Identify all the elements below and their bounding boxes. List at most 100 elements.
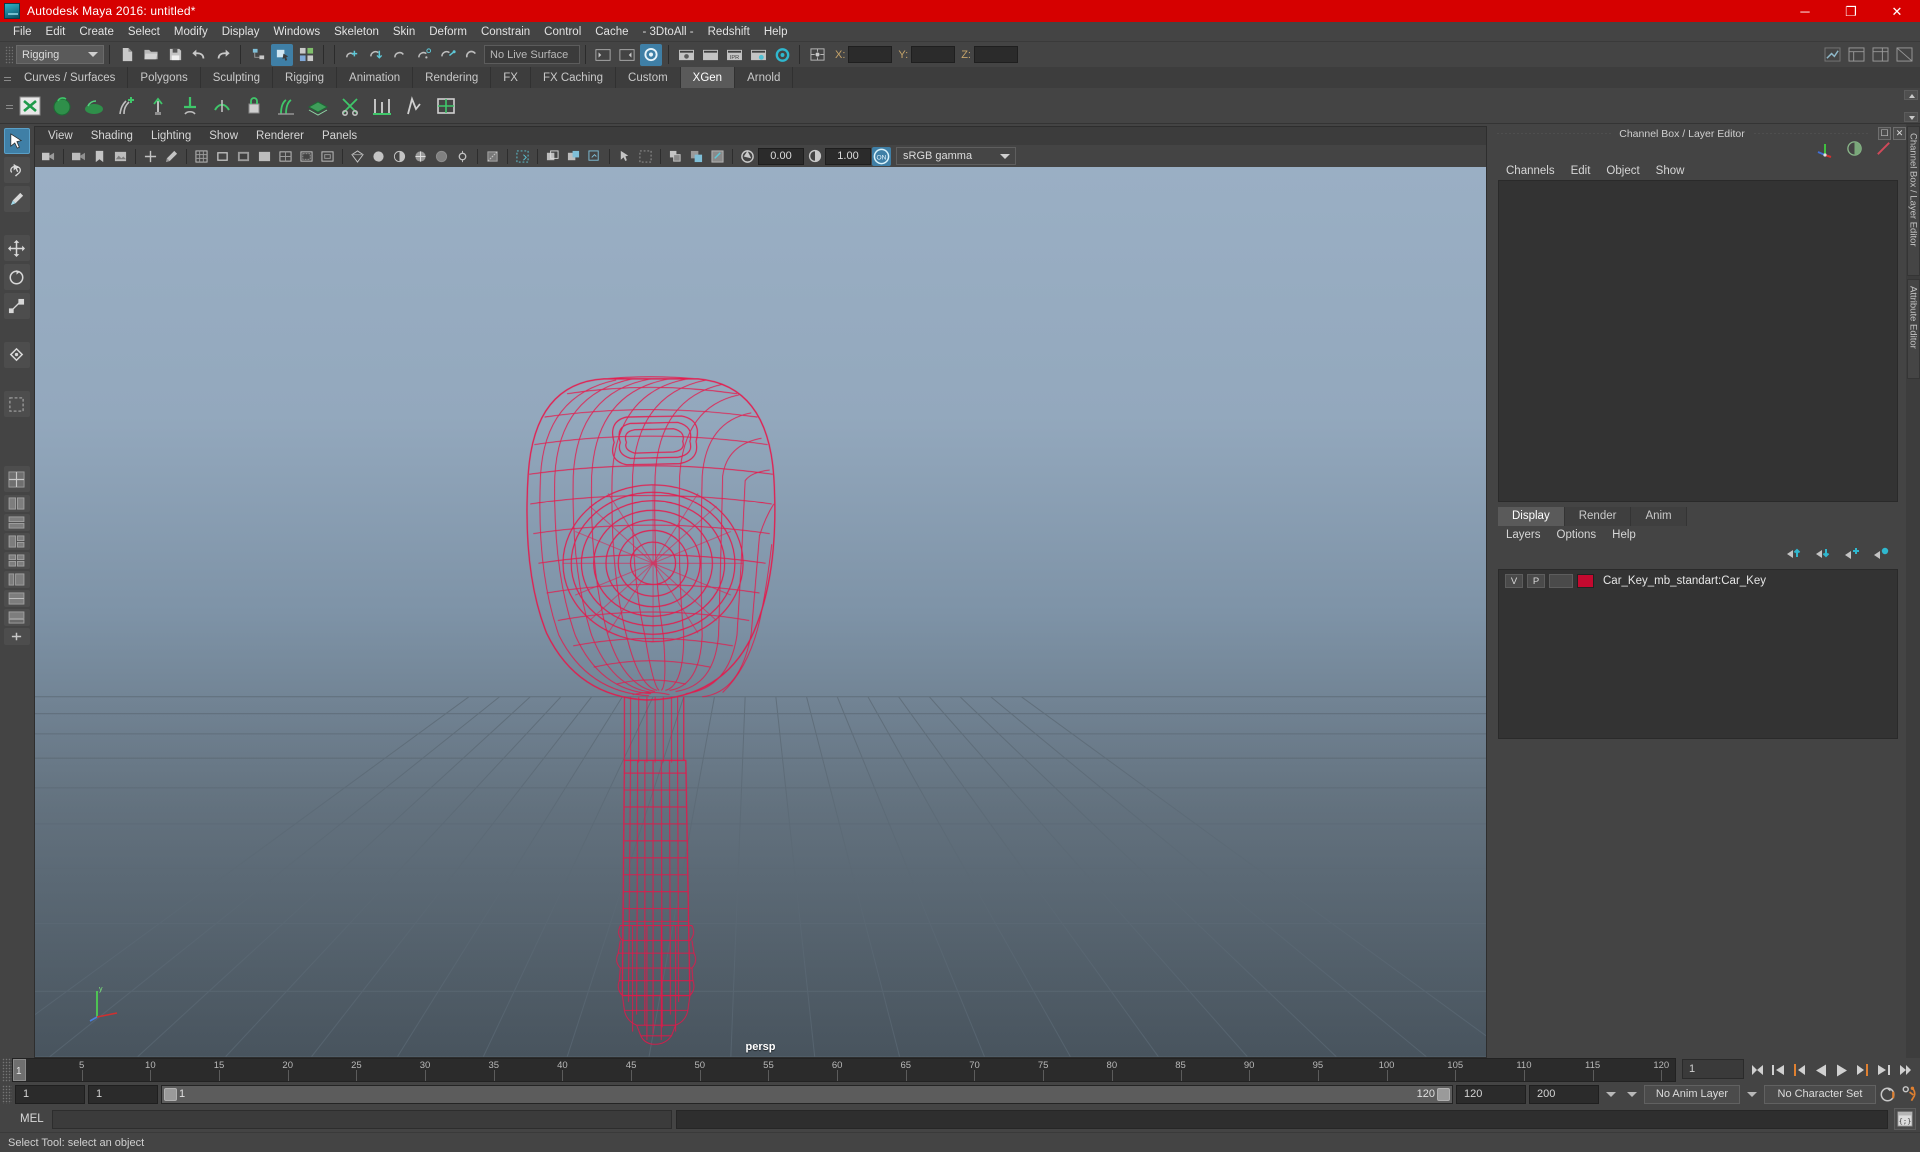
range-slider-grip[interactable]: [2, 1084, 12, 1104]
shelf-grip[interactable]: [2, 67, 12, 88]
layer-row[interactable]: V P Car_Key_mb_standart:Car_Key: [1501, 573, 1895, 590]
xgen-grass-preset-icon[interactable]: [80, 91, 108, 121]
select-by-component-type-button[interactable]: [295, 44, 317, 66]
menu-3dtoall[interactable]: - 3DtoAll -: [636, 24, 701, 40]
scale-tool-button[interactable]: [3, 293, 30, 319]
quick-layout-hypershade-persp-button[interactable]: [3, 590, 30, 607]
select-camera-icon[interactable]: [39, 147, 58, 166]
animation-preferences-button[interactable]: [1901, 1084, 1920, 1104]
range-bar-fill[interactable]: 1 120: [162, 1085, 1452, 1103]
quick-layout-persp-graph-button[interactable]: [3, 609, 30, 626]
bookmarks-icon[interactable]: [90, 147, 109, 166]
safe-action-icon[interactable]: [297, 147, 316, 166]
step-back-key-button[interactable]: [1769, 1060, 1788, 1080]
snap-to-projected-center-button[interactable]: [413, 44, 435, 66]
menuset-mode-dropdown[interactable]: Rigging: [16, 45, 104, 64]
field-chart-icon[interactable]: [276, 147, 295, 166]
show-hide-attribute-editor-right-button[interactable]: [1845, 44, 1867, 66]
move-layer-down-icon[interactable]: [1814, 546, 1832, 565]
xgen-editor-icon[interactable]: [16, 91, 44, 121]
select-tool-button[interactable]: [3, 128, 30, 154]
quick-layout-single-perspective-button[interactable]: [3, 466, 30, 492]
step-forward-frame-button[interactable]: [1853, 1060, 1872, 1080]
image-plane-icon[interactable]: [111, 147, 130, 166]
ipr-render-button[interactable]: IPR: [723, 44, 745, 66]
script-editor-icon[interactable]: {;}: [1894, 1108, 1916, 1130]
xgen-clump-modifier-icon[interactable]: [272, 91, 300, 121]
isolate-select-icon[interactable]: [615, 147, 634, 166]
film-gate-icon[interactable]: [213, 147, 232, 166]
menu-cache[interactable]: Cache: [588, 24, 635, 40]
anim-layer-chevron-icon[interactable]: [1627, 1091, 1637, 1097]
xgen-freeze-brush-icon[interactable]: [240, 91, 268, 121]
layer-menu-layers[interactable]: Layers: [1498, 528, 1549, 542]
shelf-tab-fx[interactable]: FX: [491, 67, 531, 88]
channel-box-attribute-list[interactable]: [1498, 180, 1898, 502]
channel-box-menu-channels[interactable]: Channels: [1498, 164, 1563, 178]
resolution-gate-icon[interactable]: [234, 147, 253, 166]
docked-tab-channel-box[interactable]: Channel Box / Layer Editor: [1906, 126, 1920, 276]
gamma-contrast-icon[interactable]: [805, 147, 824, 166]
quick-layout-outliner-persp-button[interactable]: [3, 571, 30, 588]
maximize-button[interactable]: ❐: [1828, 0, 1874, 22]
menu-help[interactable]: Help: [757, 24, 795, 40]
gate-mask-icon[interactable]: [255, 147, 274, 166]
anim-end-field[interactable]: 120: [1456, 1084, 1526, 1104]
xgen-collection-icon[interactable]: [304, 91, 332, 121]
docked-tab-attribute-editor[interactable]: Attribute Editor: [1906, 279, 1920, 379]
create-new-layer-icon[interactable]: [1843, 546, 1861, 565]
minimize-button[interactable]: ─: [1782, 0, 1828, 22]
transform-axis-icon[interactable]: [1816, 140, 1834, 163]
snap-to-curve-button[interactable]: [365, 44, 387, 66]
x-ray-joints-icon[interactable]: [453, 147, 472, 166]
quick-layout-two-panes-side-button[interactable]: [3, 495, 30, 512]
character-set-chevron-icon[interactable]: [1747, 1091, 1757, 1097]
display-layer-list[interactable]: V P Car_Key_mb_standart:Car_Key: [1498, 568, 1898, 739]
pick-color-icon[interactable]: [708, 147, 727, 166]
shaded-texture-display-icon[interactable]: [513, 147, 532, 166]
perspective-viewport[interactable]: y persp: [34, 167, 1487, 1058]
quick-layout-four-panes-button[interactable]: [3, 552, 30, 569]
shadows-icon[interactable]: [585, 147, 604, 166]
camera-attributes-icon[interactable]: [69, 147, 88, 166]
range-bar[interactable]: 1 120: [161, 1084, 1453, 1104]
gamma-value-field[interactable]: 1.00: [825, 147, 871, 165]
menu-file[interactable]: File: [6, 24, 39, 40]
shelf-tab-polygons[interactable]: Polygons: [128, 67, 201, 88]
menu-deform[interactable]: Deform: [422, 24, 474, 40]
viewport-menu-shading[interactable]: Shading: [82, 129, 142, 143]
shelf-tab-custom[interactable]: Custom: [616, 67, 681, 88]
xgen-region-map-icon[interactable]: [432, 91, 460, 121]
go-to-start-button[interactable]: [1748, 1060, 1767, 1080]
smooth-shade-selected-icon[interactable]: [390, 147, 409, 166]
viewport-menu-renderer[interactable]: Renderer: [247, 129, 313, 143]
xgen-groom-brush-icon[interactable]: [144, 91, 172, 121]
smooth-shade-all-icon[interactable]: [369, 147, 388, 166]
redo-button[interactable]: [212, 44, 234, 66]
use-default-material-icon[interactable]: [483, 147, 502, 166]
panel-drag-handle-right[interactable]: [1752, 133, 1868, 134]
render-view-button[interactable]: [699, 44, 721, 66]
anim-layer-dropdown[interactable]: No Anim Layer: [1644, 1084, 1740, 1104]
layer-tab-display[interactable]: Display: [1498, 506, 1565, 526]
show-hide-channel-box-right-button[interactable]: [1869, 44, 1891, 66]
save-scene-button[interactable]: [164, 44, 186, 66]
viewport-menu-show[interactable]: Show: [200, 129, 247, 143]
select-by-hierarchy-button[interactable]: [247, 44, 269, 66]
color-management-toggle-button[interactable]: ON: [872, 146, 891, 166]
shading-sphere-icon[interactable]: [1846, 140, 1863, 162]
make-live-button[interactable]: [461, 44, 483, 66]
new-scene-button[interactable]: [116, 44, 138, 66]
exposure-icon[interactable]: [666, 147, 685, 166]
channel-box-menu-object[interactable]: Object: [1598, 164, 1647, 178]
lighting-all-icon[interactable]: [543, 147, 562, 166]
shelf-tab-rendering[interactable]: Rendering: [413, 67, 492, 88]
render-settings-button[interactable]: [747, 44, 769, 66]
select-by-object-type-button[interactable]: [271, 43, 293, 66]
quick-layout-two-panes-stacked-button[interactable]: [3, 514, 30, 531]
shelf-tab-sculpting[interactable]: Sculpting: [200, 67, 274, 88]
anim-start-field[interactable]: 1: [88, 1084, 158, 1104]
range-end-handle[interactable]: [1437, 1087, 1450, 1101]
current-frame-field[interactable]: 1: [1682, 1059, 1744, 1079]
command-output-field[interactable]: [676, 1109, 1888, 1129]
